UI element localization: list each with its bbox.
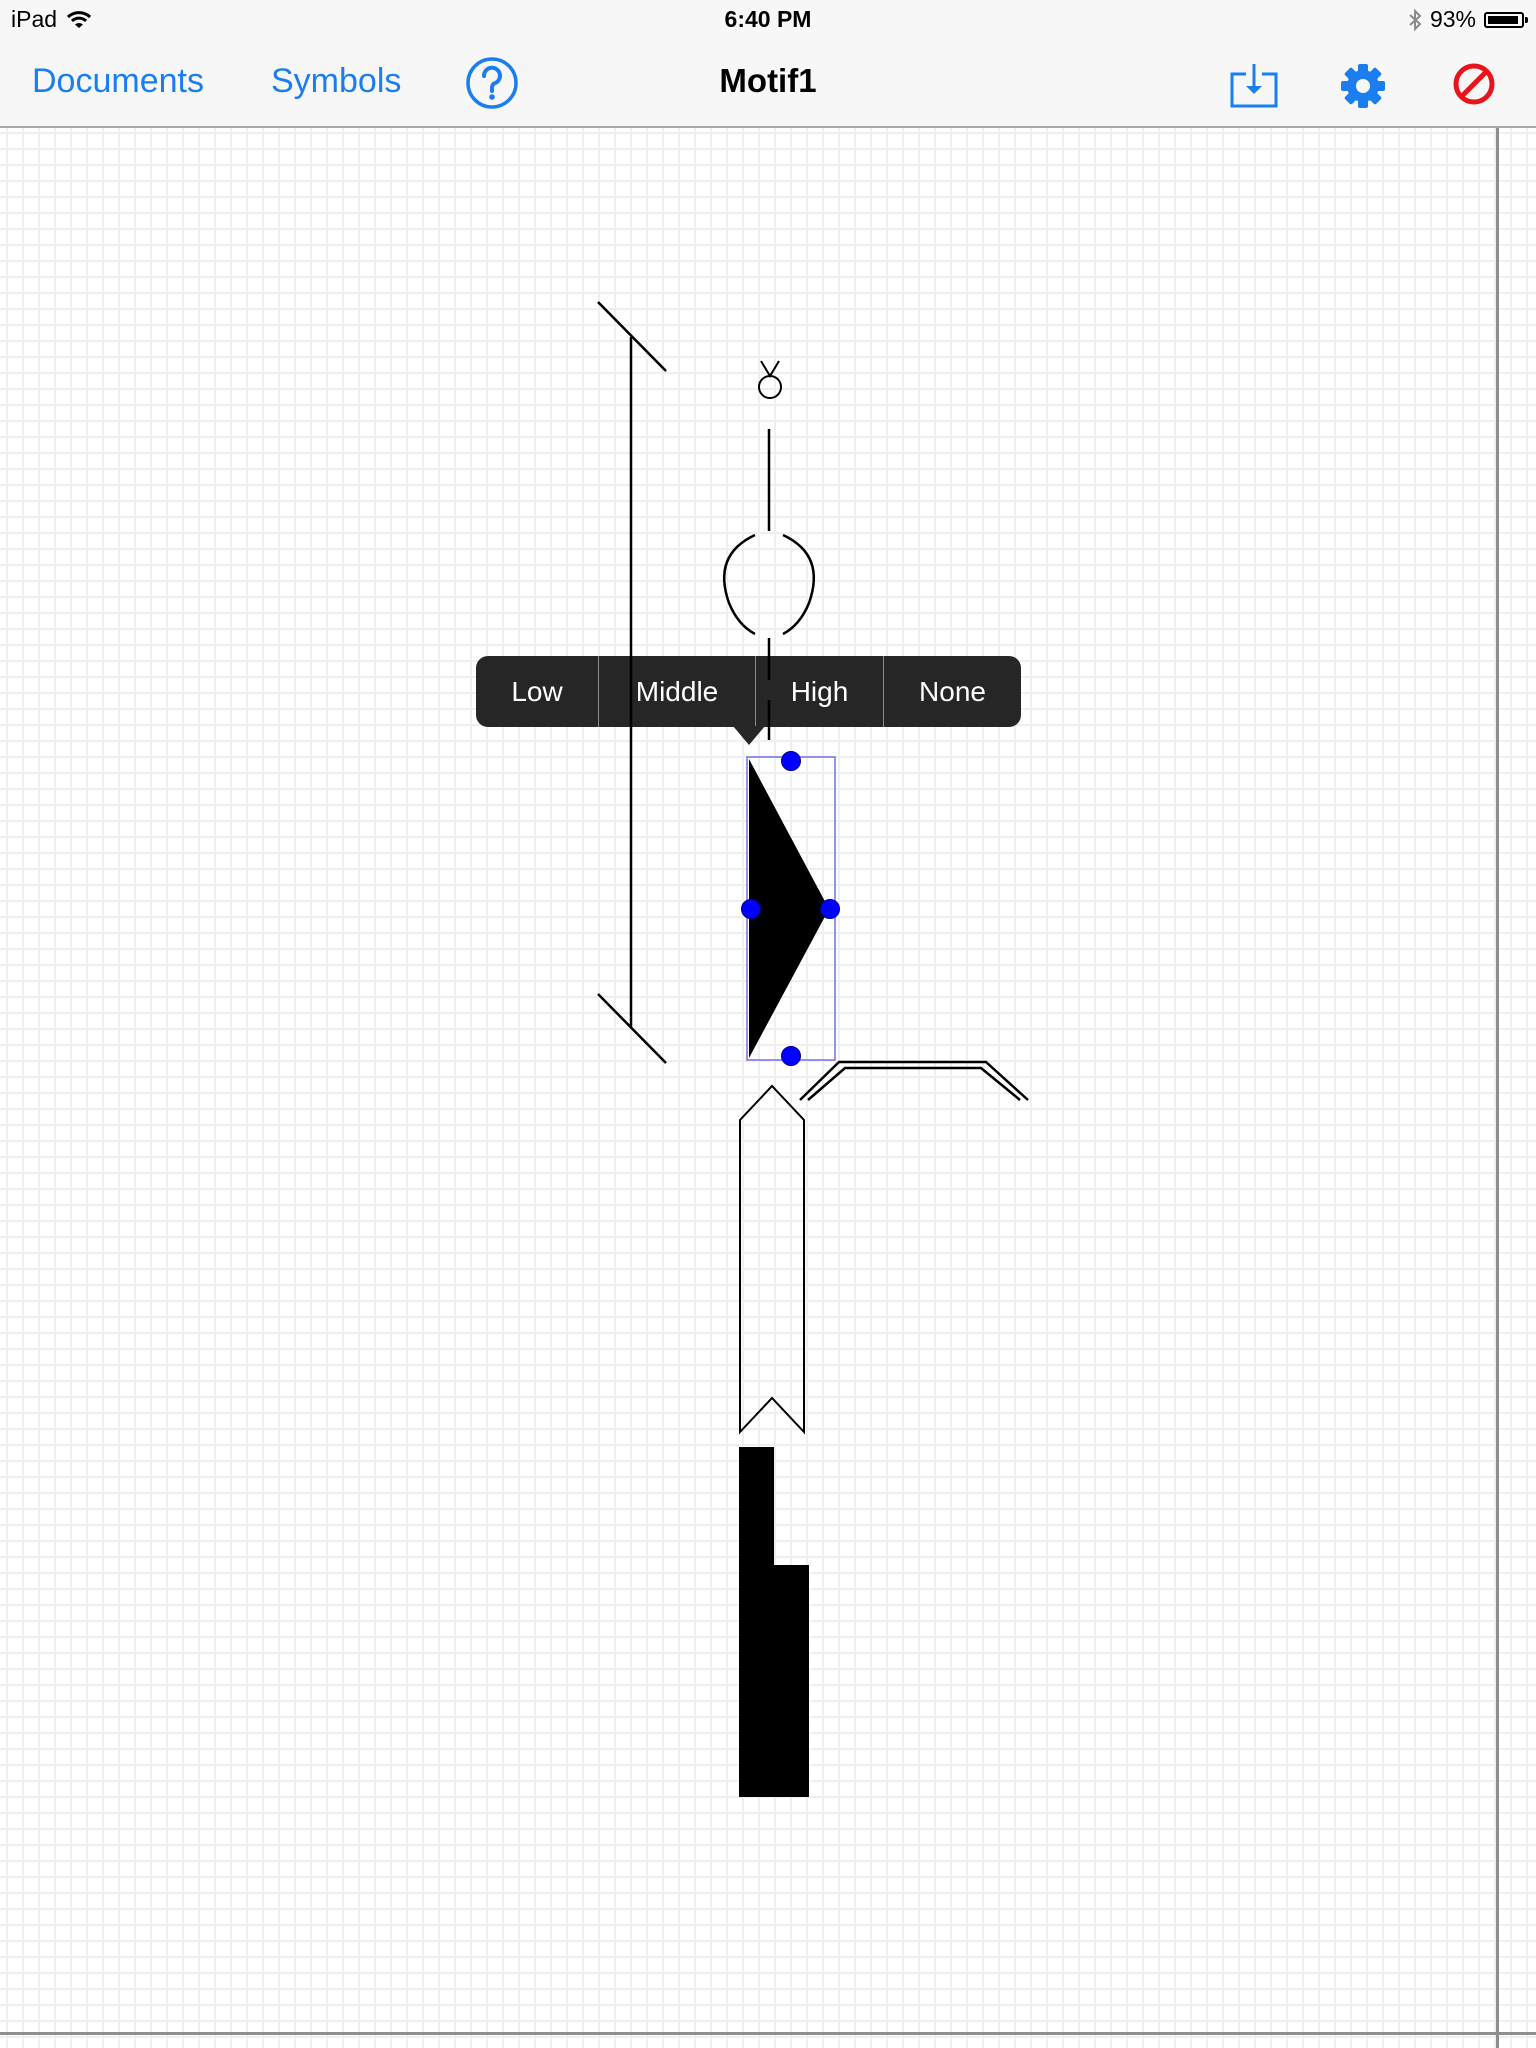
bracket-staff-symbol[interactable]: [597, 301, 667, 1064]
ellipse-parenthesis-symbol[interactable]: [722, 533, 816, 740]
taurus-symbol[interactable]: [758, 360, 782, 399]
double-line-bracket-symbol[interactable]: [799, 1060, 1029, 1101]
resize-handle-left[interactable]: [741, 899, 761, 919]
ribbon-pentagon-symbol[interactable]: [739, 1084, 805, 1435]
resize-handle-top[interactable]: [781, 751, 801, 771]
resize-handle-right[interactable]: [820, 899, 840, 919]
resize-handle-bottom[interactable]: [781, 1046, 801, 1066]
symbols-layer: [597, 301, 1029, 1797]
wedge-triangle-fill: [749, 759, 829, 1058]
wedge-triangle-symbol[interactable]: [741, 751, 840, 1066]
black-step-block-symbol[interactable]: [739, 1447, 809, 1797]
